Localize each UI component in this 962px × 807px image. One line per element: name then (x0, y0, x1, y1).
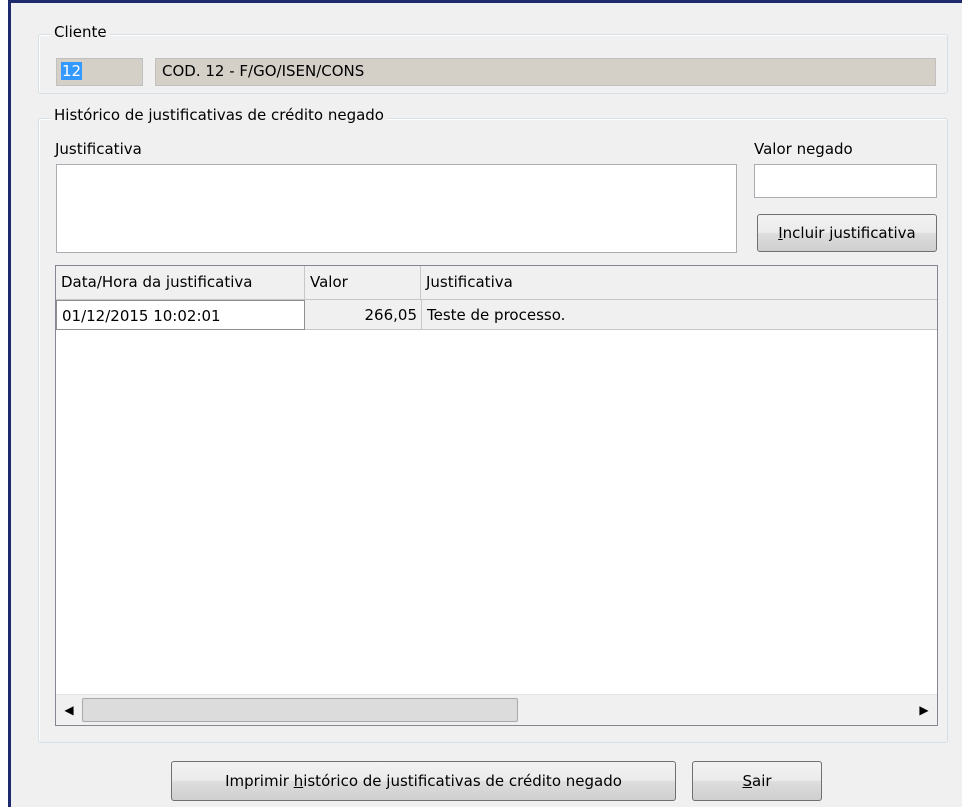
imprimir-historico-button[interactable]: Imprimir h istórico de justificativas de … (171, 761, 676, 801)
client-code-value: 12 (61, 62, 83, 80)
cell-justificativa[interactable]: Teste de processo. (421, 300, 937, 330)
historico-group-title: Histórico de justificativas de crédito n… (51, 106, 387, 124)
dialog-client-area: Cliente 12 COD. 12 - F/GO/ISEN/CONS Hist… (11, 3, 962, 807)
arrow-left-icon[interactable]: ◀ (56, 695, 82, 725)
imprimir-label-after: istórico de justificativas de crédito ne… (303, 772, 622, 790)
sair-label: air (752, 772, 772, 790)
column-header-justificativa[interactable]: Justificativa (421, 266, 937, 299)
scrollbar-thumb[interactable] (82, 698, 518, 722)
justificativa-textarea[interactable] (56, 164, 737, 253)
column-header-data-hora[interactable]: Data/Hora da justificativa (56, 266, 305, 299)
sair-button[interactable]: Sair (692, 761, 822, 801)
incluir-justificativa-button[interactable]: Incluir justificativa (757, 214, 937, 252)
cliente-group-title: Cliente (51, 23, 110, 41)
arrow-right-icon[interactable]: ▶ (911, 695, 937, 725)
valor-negado-input[interactable] (754, 164, 937, 198)
client-code-field[interactable]: 12 (56, 58, 143, 86)
cell-valor[interactable]: 266,05 (305, 300, 421, 330)
client-name-field[interactable]: COD. 12 - F/GO/ISEN/CONS (155, 58, 936, 86)
justificativa-label: Justificativa (55, 140, 142, 158)
imprimir-label-before: Imprimir (225, 772, 294, 790)
valor-negado-label: Valor negado (754, 140, 853, 158)
table-header: Data/Hora da justificativa Valor Justifi… (56, 266, 937, 300)
imprimir-mnemonic: h (293, 772, 304, 790)
justificativas-table[interactable]: Data/Hora da justificativa Valor Justifi… (55, 265, 938, 726)
incluir-label: ncluir justificativa (782, 224, 916, 242)
table-row[interactable]: 01/12/2015 10:02:01 266,05 Teste de proc… (56, 300, 937, 330)
horizontal-scrollbar[interactable]: ◀ ▶ (56, 694, 937, 725)
sair-mnemonic: S (742, 772, 752, 790)
cell-data-hora[interactable]: 01/12/2015 10:02:01 (56, 300, 305, 330)
client-name-value: COD. 12 - F/GO/ISEN/CONS (162, 62, 365, 80)
column-header-valor[interactable]: Valor (305, 266, 421, 299)
